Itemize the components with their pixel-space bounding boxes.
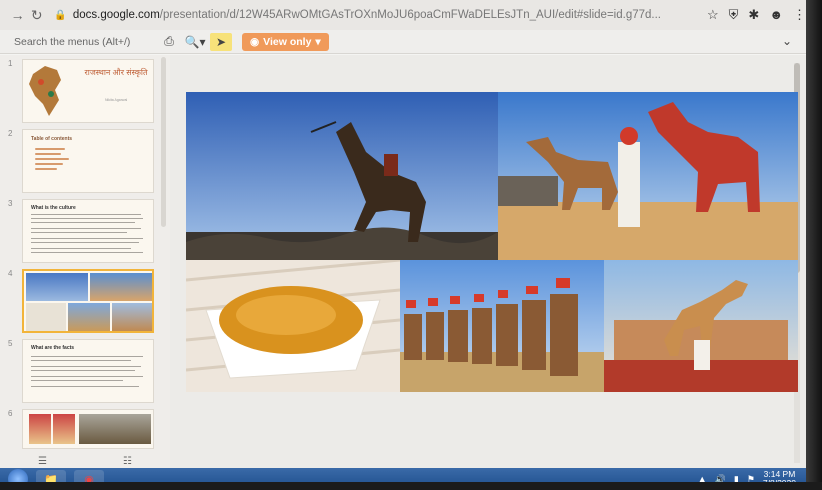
slide-number: 1	[8, 59, 13, 68]
url-field[interactable]: 🔒 docs.google.com /presentation/d/12W45A…	[54, 4, 697, 26]
lock-icon: 🔒	[54, 9, 67, 21]
zoom-icon[interactable]: 🔍▾	[184, 33, 206, 51]
list-view-icon[interactable]: ☰	[38, 456, 47, 467]
camel-jump-photo	[186, 92, 498, 260]
shield-icon[interactable]: ⛨	[729, 7, 739, 23]
view-only-button[interactable]: ◉ View only ▾	[242, 32, 329, 51]
slide-canvas-area	[170, 55, 806, 472]
slide-number: 5	[8, 339, 13, 348]
monitor-bezel-bottom	[0, 482, 822, 490]
monitor-bezel	[806, 0, 822, 490]
slide-filmstrip: 1 राजस्थान और संस्कृति Nikita Agarwal 2 …	[0, 55, 170, 450]
slide-number: 3	[8, 199, 13, 208]
thumb-title: What are the facts	[31, 345, 75, 351]
snack-bowl-photo	[186, 260, 400, 392]
chevron-down-icon: ▾	[315, 35, 321, 48]
thumb-subtitle: Nikita Agarwal	[105, 98, 128, 102]
back-icon[interactable]: →	[8, 5, 27, 25]
print-icon[interactable]: ⎙	[158, 33, 180, 51]
menu-icon[interactable]: ⋮	[793, 7, 806, 23]
thumb-title: What is the culture	[31, 205, 76, 211]
star-icon[interactable]: ☆	[707, 7, 719, 23]
slide-thumb-6[interactable]	[22, 409, 154, 449]
slide-thumb-2[interactable]: Table of contents	[22, 129, 154, 193]
slide-number: 2	[8, 129, 13, 138]
search-menus-input[interactable]: Search the menus (Alt+/)	[14, 33, 154, 51]
current-slide[interactable]	[186, 92, 798, 392]
slides-toolbar: Search the menus (Alt+/) ⎙ 🔍▾ ➤ ◉ View o…	[0, 30, 806, 54]
thumb-title: राजस्थान और संस्कृति	[84, 68, 148, 77]
slide-thumb-4[interactable]	[22, 269, 154, 333]
thumb-title: Table of contents	[31, 136, 73, 142]
profile-icon[interactable]: ☻	[769, 7, 783, 23]
url-path: /presentation/d/12W45ARwOMtGAsTrOXnMoJU6…	[159, 9, 661, 21]
screen: → ↻ 🔒 docs.google.com /presentation/d/12…	[0, 0, 822, 490]
dancing-camel-fort-photo	[604, 260, 798, 392]
view-only-label: View only	[263, 35, 312, 48]
puzzle-icon[interactable]: ✱	[748, 7, 759, 23]
camel-parade-photo	[400, 260, 604, 392]
slide-thumb-1[interactable]: राजस्थान और संस्कृति Nikita Agarwal	[22, 59, 154, 123]
select-cursor-icon[interactable]: ➤	[210, 32, 232, 51]
filmstrip-scrollbar[interactable]	[161, 57, 166, 227]
decorated-camels-photo	[498, 92, 798, 260]
slide-number: 6	[8, 409, 13, 418]
slide-thumb-5[interactable]: What are the facts	[22, 339, 154, 403]
grid-view-icon[interactable]: ☷	[123, 456, 132, 467]
browser-address-bar: → ↻ 🔒 docs.google.com /presentation/d/12…	[0, 0, 806, 30]
slide-number: 4	[8, 269, 13, 278]
slide-thumb-3[interactable]: What is the culture	[22, 199, 154, 263]
collapse-chevron-icon[interactable]: ⌄	[782, 34, 792, 48]
url-host: docs.google.com	[72, 9, 160, 21]
reload-icon[interactable]: ↻	[27, 5, 46, 25]
eye-icon: ◉	[250, 35, 260, 48]
